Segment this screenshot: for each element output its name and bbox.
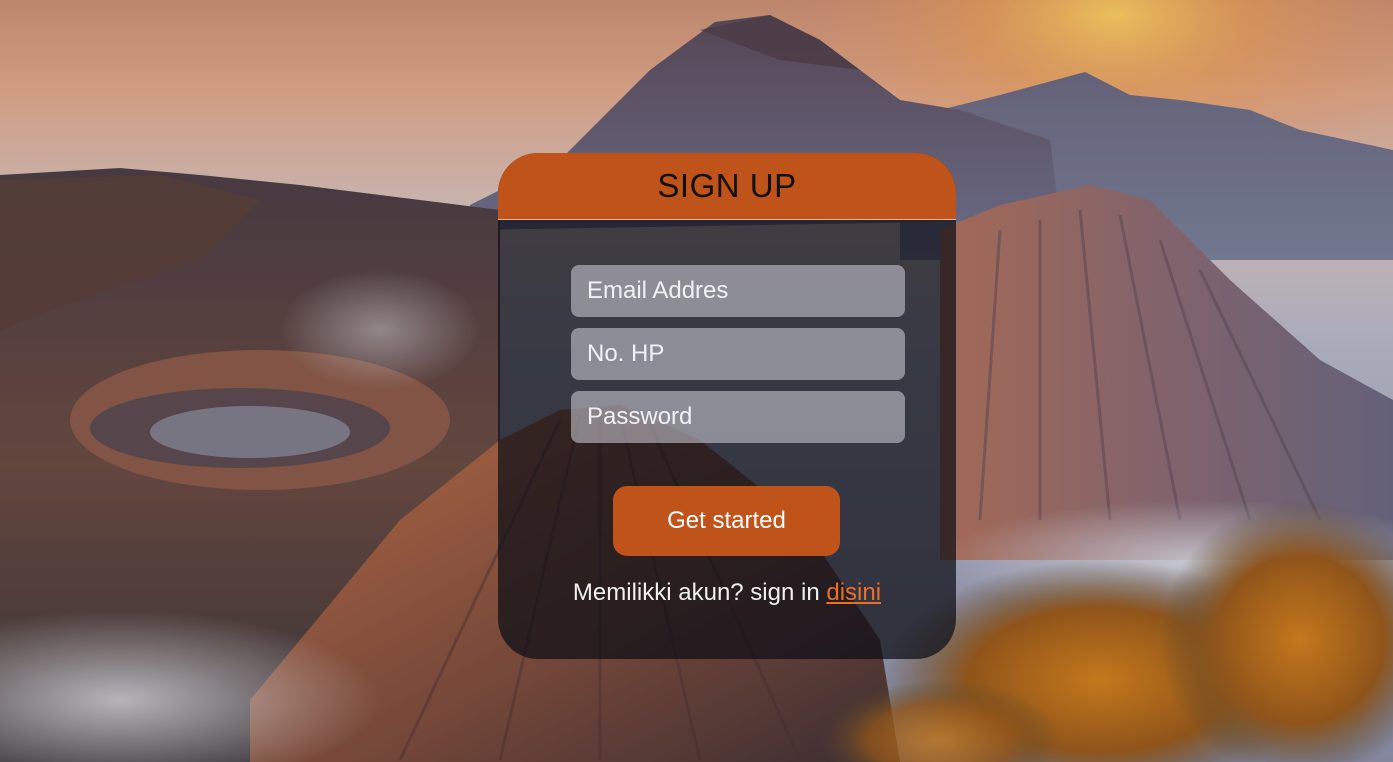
signin-prompt-text: Memilikki akun? sign in xyxy=(572,579,820,606)
get-started-button[interactable]: Get started xyxy=(613,486,840,556)
signin-link[interactable]: disini xyxy=(826,579,881,606)
signin-prompt-line: Memilikki akun? sign in disini xyxy=(498,579,956,607)
password-field[interactable] xyxy=(571,391,905,443)
email-field[interactable] xyxy=(571,265,905,317)
signup-title: SIGN UP xyxy=(657,167,797,204)
signup-card: SIGN UP Get started Memilikki akun? sign… xyxy=(498,153,956,659)
phone-field[interactable] xyxy=(571,328,905,380)
signup-header: SIGN UP xyxy=(498,153,956,220)
